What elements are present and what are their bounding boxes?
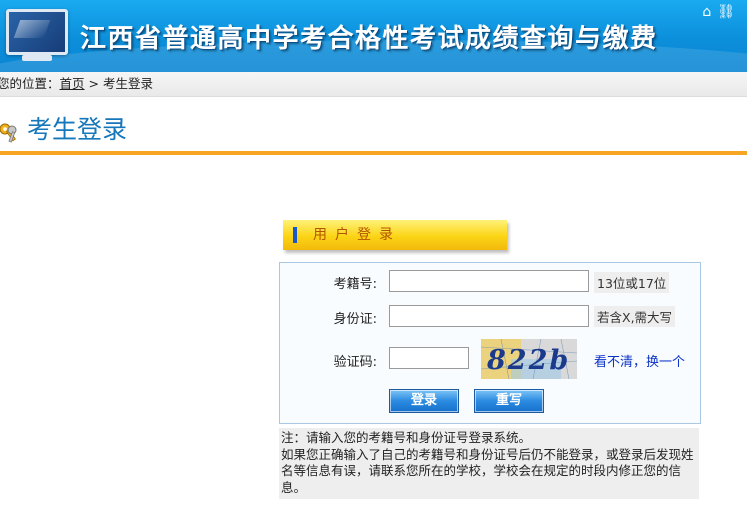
id-card-input[interactable] bbox=[389, 305, 589, 327]
exam-id-hint: 13位或17位 bbox=[594, 272, 670, 293]
breadcrumb-label: 您的位置： bbox=[0, 76, 60, 91]
note-line-2: 如果您正确输入了自己的考籍号和身份证号后仍不能登录，或登录后发现姓名等信息有误，… bbox=[281, 446, 694, 495]
login-tab: 用户登录 bbox=[283, 220, 507, 250]
captcha-image[interactable]: 822b bbox=[481, 339, 577, 379]
breadcrumb: 您的位置：首页 > 考生登录 bbox=[0, 72, 747, 97]
login-note: 注：请输入您的考籍号和身份证号登录系统。 如果您正确输入了自己的考籍号和身份证号… bbox=[279, 428, 699, 499]
captcha-input[interactable] bbox=[389, 347, 469, 369]
captcha-code: 822b bbox=[486, 345, 570, 376]
breadcrumb-home-link[interactable]: 首页 bbox=[60, 76, 85, 91]
note-line-1: 注：请输入您的考籍号和身份证号登录系统。 bbox=[281, 430, 532, 445]
login-tab-label: 用户登录 bbox=[313, 227, 401, 243]
id-card-label: 身份证: bbox=[333, 312, 377, 327]
login-button[interactable]: 登录 bbox=[389, 389, 459, 413]
page-heading: 考生登录 bbox=[0, 104, 747, 150]
link-icon[interactable]: ⛓ bbox=[717, 4, 741, 20]
tab-marker bbox=[293, 227, 297, 243]
site-title: 江西省普通高中学考合格性考试成绩查询与缴费 bbox=[80, 24, 658, 54]
id-card-hint: 若含X,需大写 bbox=[594, 306, 676, 327]
header-banner: 江西省普通高中学考合格性考试成绩查询与缴费 ⌂⛓ bbox=[0, 0, 747, 72]
keys-icon bbox=[0, 123, 17, 143]
breadcrumb-separator: > bbox=[84, 76, 103, 91]
house-icon[interactable]: ⌂ bbox=[702, 4, 717, 20]
monitor-icon bbox=[6, 9, 68, 55]
exam-id-label: 考籍号: bbox=[333, 277, 377, 292]
heading-divider bbox=[0, 151, 747, 155]
reset-button[interactable]: 重写 bbox=[474, 389, 544, 413]
breadcrumb-current: 考生登录 bbox=[102, 76, 153, 91]
exam-id-input[interactable] bbox=[389, 270, 589, 292]
captcha-refresh-link[interactable]: 看不清，换一个 bbox=[594, 351, 685, 370]
captcha-label: 验证码: bbox=[333, 355, 377, 370]
page-title: 考生登录 bbox=[27, 115, 128, 144]
corner-icons: ⌂⛓ bbox=[702, 4, 741, 20]
login-form: 考籍号: 13位或17位 身份证: 若含X,需大写 验证码: 822b 看不清，… bbox=[279, 262, 701, 424]
monitor-stand bbox=[22, 55, 52, 61]
